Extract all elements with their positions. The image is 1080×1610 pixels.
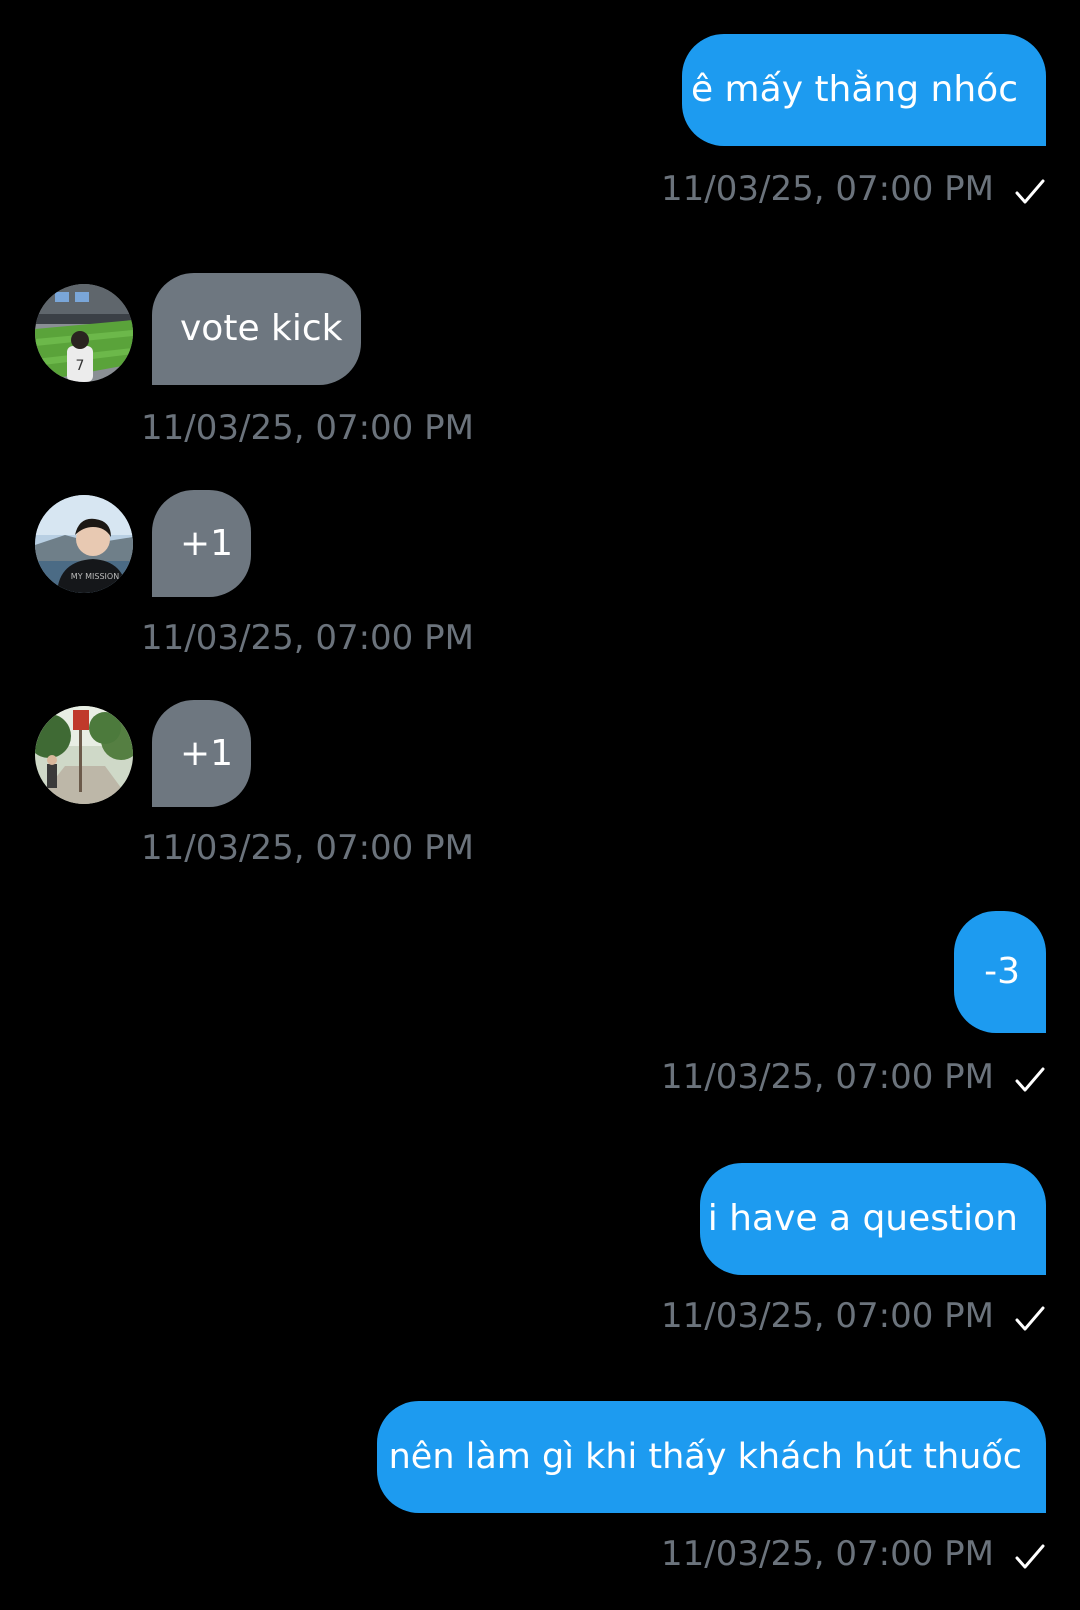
message-bubble-outgoing[interactable]: nên làm gì khi thấy khách hút thuốc [377, 1401, 1046, 1513]
message-text: i have a question [707, 1198, 1018, 1239]
message-timestamp: 11/03/25, 07:00 PM [141, 618, 474, 658]
message-text: +1 [180, 522, 234, 564]
message-timestamp: 11/03/25, 07:00 PM [661, 169, 994, 209]
check-icon [1015, 1067, 1045, 1092]
check-icon [1015, 179, 1045, 204]
message-timestamp: 11/03/25, 07:00 PM [141, 408, 474, 448]
message-timestamp: 11/03/25, 07:00 PM [661, 1057, 994, 1097]
message-bubble-outgoing[interactable]: -3 [954, 911, 1046, 1033]
svg-text:MY MISSION: MY MISSION [71, 572, 119, 581]
message-bubble-outgoing[interactable]: ê mấy thằng nhóc [682, 34, 1046, 146]
person-photo-avatar[interactable]: MY MISSION [35, 495, 133, 593]
check-icon [1015, 1544, 1045, 1569]
stadium-photo-avatar[interactable]: 7 [35, 284, 133, 382]
message-text: vote kick [180, 308, 343, 349]
message-bubble-incoming[interactable]: vote kick [152, 273, 361, 385]
message-text: +1 [180, 732, 234, 774]
message-bubble-incoming[interactable]: +1 [152, 700, 251, 807]
message-timestamp: 11/03/25, 07:00 PM [141, 828, 474, 868]
message-bubble-incoming[interactable]: +1 [152, 490, 251, 597]
message-text: -3 [984, 951, 1020, 992]
message-bubble-outgoing[interactable]: i have a question [700, 1163, 1046, 1275]
check-icon [1015, 1306, 1045, 1331]
street-photo-avatar[interactable] [35, 706, 133, 804]
message-text: nên làm gì khi thấy khách hút thuốc [388, 1436, 1022, 1477]
message-timestamp: 11/03/25, 07:00 PM [661, 1296, 994, 1336]
message-timestamp: 11/03/25, 07:00 PM [661, 1534, 994, 1574]
svg-text:7: 7 [76, 358, 85, 374]
message-text: ê mấy thằng nhóc [690, 69, 1018, 110]
